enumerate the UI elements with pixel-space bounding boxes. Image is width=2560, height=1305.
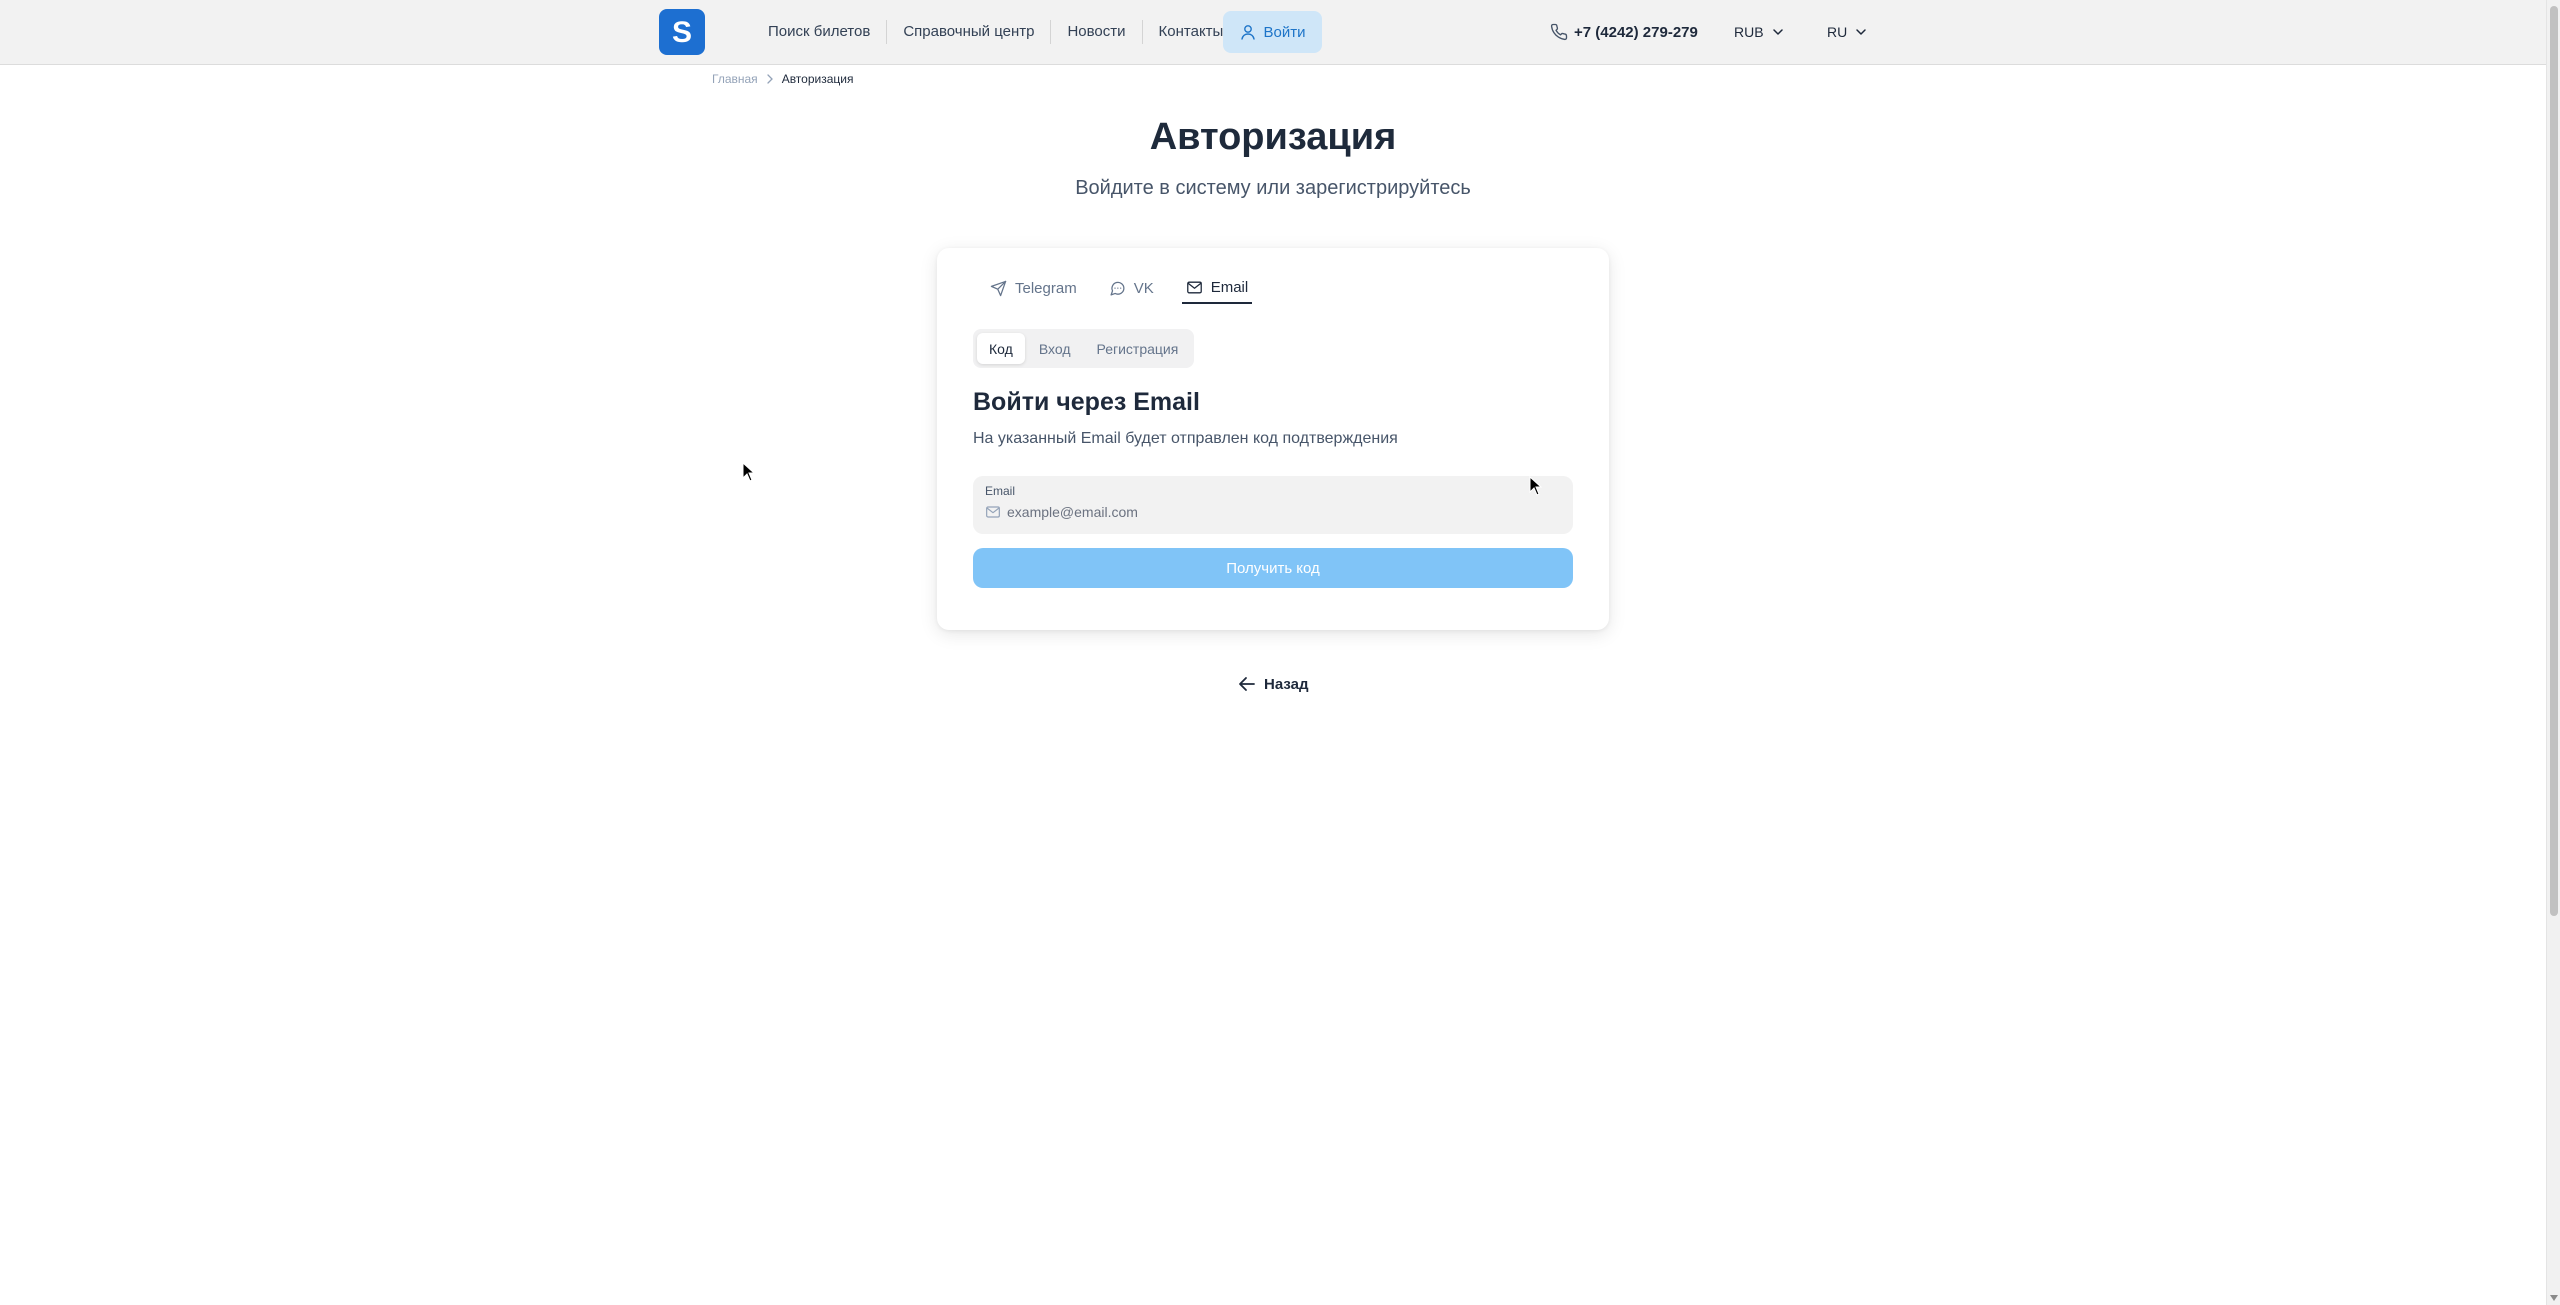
site-header: S Поиск билетов Справочный центр Новости… (0, 0, 2546, 65)
mouse-pointer-icon (742, 462, 756, 482)
phone-link[interactable]: +7 (4242) 279-279 (1550, 20, 1698, 44)
main-nav: Поиск билетов Справочный центр Новости К… (752, 20, 1239, 44)
card-title: Войти через Email (973, 388, 1200, 416)
get-code-button[interactable]: Получить код (973, 548, 1573, 588)
tab-vk-label: VK (1133, 279, 1154, 297)
page-subtitle: Войдите в систему или зарегистрируйтесь (1075, 177, 1471, 199)
currency-select[interactable]: RUB (1734, 20, 1784, 44)
mail-icon (986, 506, 1000, 518)
arrow-left-icon (1239, 677, 1255, 691)
mail-icon (1186, 281, 1202, 293)
language-select[interactable]: RU (1827, 20, 1867, 44)
tab-telegram[interactable]: Telegram (986, 274, 1081, 302)
logo[interactable]: S (659, 9, 705, 55)
email-mode-tabs: Код Вход Регистрация (973, 329, 1195, 368)
login-button[interactable]: Войти (1223, 11, 1322, 53)
mouse-pointer-icon (1529, 476, 1543, 496)
page-scrollbar[interactable] (2546, 0, 2560, 1305)
currency-value: RUB (1734, 24, 1764, 40)
chat-bubble-icon (1110, 281, 1125, 296)
email-input[interactable] (1007, 504, 1561, 520)
nav-news[interactable]: Новости (1050, 20, 1141, 44)
scrollbar-thumb[interactable] (2550, 6, 2558, 916)
page-title: Авторизация (1149, 116, 1397, 158)
chevron-down-icon (1856, 29, 1866, 35)
login-button-label: Войти (1263, 23, 1306, 41)
card-description: На указанный Email будет отправлен код п… (973, 430, 1398, 447)
send-icon (990, 280, 1007, 296)
breadcrumb-home[interactable]: Главная (712, 72, 758, 86)
back-link[interactable]: Назад (1238, 673, 1308, 695)
scroll-down-arrow-icon[interactable] (2550, 1295, 2558, 1301)
email-input-row (985, 502, 1561, 522)
subtab-register[interactable]: Регистрация (1084, 333, 1190, 364)
language-value: RU (1827, 24, 1848, 40)
tab-email[interactable]: Email (1181, 274, 1253, 304)
chevron-down-icon (1772, 29, 1783, 35)
tab-vk[interactable]: VK (1105, 274, 1158, 302)
auth-method-tabs: Telegram VK Email (986, 274, 1276, 304)
email-field[interactable]: Email (973, 476, 1573, 534)
tab-telegram-label: Telegram (1015, 279, 1077, 297)
user-icon (1240, 25, 1255, 40)
back-link-label: Назад (1264, 675, 1309, 693)
email-field-label: Email (985, 484, 1016, 498)
svg-text:S: S (672, 16, 692, 48)
auth-card: Telegram VK Email Код Вход Регистрация В… (937, 248, 1609, 630)
subtab-code[interactable]: Код (977, 333, 1025, 364)
nav-ticket-search[interactable]: Поиск билетов (752, 20, 886, 44)
subtab-login[interactable]: Вход (1027, 333, 1083, 364)
breadcrumb-current: Авторизация (781, 72, 854, 86)
nav-help-center[interactable]: Справочный центр (886, 20, 1050, 44)
phone-number: +7 (4242) 279-279 (1574, 23, 1698, 41)
breadcrumb: Главная Авторизация (712, 72, 853, 86)
chevron-right-icon (767, 74, 773, 84)
phone-icon (1550, 23, 1568, 41)
tab-email-label: Email (1210, 278, 1249, 296)
logo-s-icon: S (672, 16, 692, 48)
